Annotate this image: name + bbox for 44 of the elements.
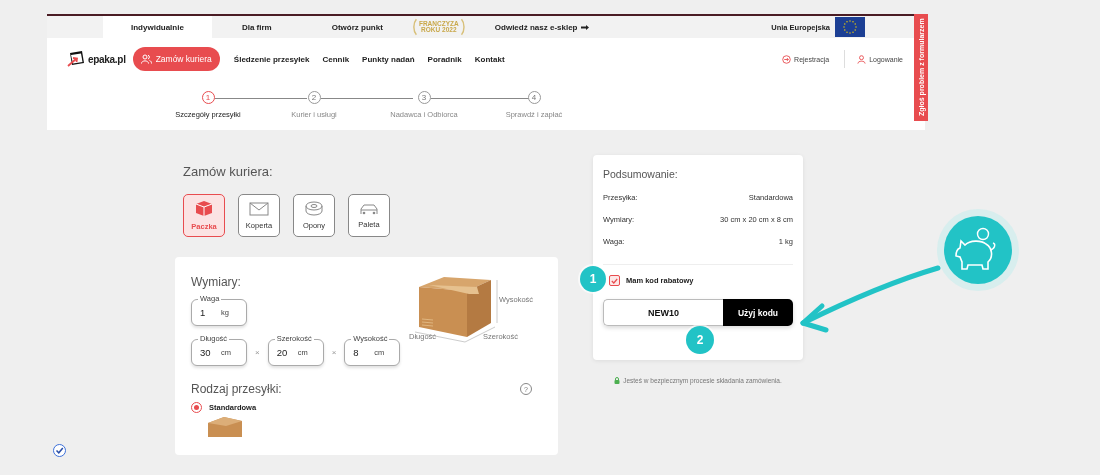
step-number[interactable]: 1 [201, 91, 215, 104]
sign-in-icon [782, 54, 792, 64]
envelope-icon [249, 201, 269, 216]
user-icon [857, 54, 867, 64]
section-heading: Wymiary: [191, 275, 242, 289]
apply-code-button[interactable]: Użyj kodu [723, 299, 793, 326]
arrow-icon [580, 24, 589, 30]
times-sign: × [255, 348, 260, 357]
nav-link[interactable]: Poradnik [427, 54, 462, 64]
nav-link[interactable]: Cennik [322, 54, 350, 64]
flag-icon [835, 17, 865, 37]
section-heading: Zamów kuriera: [183, 164, 274, 179]
value-input[interactable]: 1 [200, 307, 218, 318]
logo-icon [67, 50, 87, 68]
users-icon [140, 54, 152, 64]
box-icon [195, 200, 213, 217]
nav-link[interactable]: Punkty nadań [362, 54, 415, 64]
discount-code-field[interactable]: NEW10 [603, 299, 723, 326]
tire-icon [304, 201, 324, 216]
value-input[interactable]: 20 [276, 347, 295, 358]
step-marker: 2 [686, 326, 714, 354]
top-tab[interactable]: Odwiedź nasz e-sklep [464, 16, 619, 38]
summary-title: Podsumowanie: [603, 168, 679, 180]
checkbox[interactable] [609, 275, 620, 286]
times-sign: × [331, 348, 337, 357]
top-tab[interactable]: Dla firm [211, 16, 302, 38]
nav-link[interactable]: Śledzenie przesyłek [233, 54, 310, 64]
order-courier-button[interactable]: Zamów kuriera [132, 47, 220, 71]
value-input[interactable]: 8 [353, 347, 372, 358]
nav-link[interactable]: Kontakt [474, 54, 505, 64]
logo-text[interactable]: epaka.pl [88, 53, 126, 65]
value-input[interactable]: 30 [200, 347, 218, 358]
shield-check-icon [53, 444, 66, 457]
step-number[interactable]: 2 [307, 91, 321, 104]
step-marker: 1 [580, 266, 606, 292]
pallet-icon [359, 202, 379, 215]
top-tab[interactable]: Otwórz punkt [301, 16, 413, 38]
piggy-bank-icon [937, 209, 1019, 291]
lock-icon [614, 377, 621, 384]
step-number[interactable]: 4 [527, 91, 541, 104]
step-number[interactable]: 3 [417, 91, 431, 104]
section-heading: Rodzaj przesyłki: [191, 382, 282, 396]
box-icon [208, 417, 242, 437]
top-tab[interactable]: Indywidualnie [103, 16, 212, 38]
